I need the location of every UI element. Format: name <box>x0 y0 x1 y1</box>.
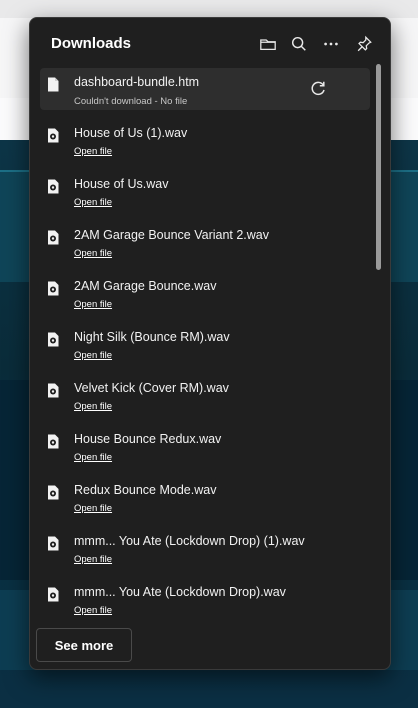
download-status: Couldn't download - No file <box>74 96 188 107</box>
audio-file-icon <box>48 230 59 245</box>
audio-file-icon <box>48 434 59 449</box>
file-name: House of Us (1).wav <box>74 126 188 140</box>
file-name: 2AM Garage Bounce.wav <box>74 279 217 293</box>
file-name: 2AM Garage Bounce Variant 2.wav <box>74 228 270 242</box>
scrollbar-thumb[interactable] <box>376 64 381 270</box>
download-item[interactable]: Redux Bounce Mode.wav Open file <box>40 476 370 527</box>
search-icon <box>291 36 306 51</box>
file-name: mmm... You Ate (Lockdown Drop).wav <box>74 585 286 599</box>
downloads-title: Downloads <box>51 35 132 52</box>
open-folder-button[interactable] <box>256 32 280 56</box>
download-item-failed[interactable]: dashboard-bundle.htm Couldn't download - … <box>40 68 370 110</box>
retry-icon[interactable] <box>308 79 328 99</box>
download-item[interactable]: House of Us.wav Open file <box>40 170 370 221</box>
file-name: House Bounce Redux.wav <box>74 432 222 446</box>
download-item[interactable]: 2AM Garage Bounce Variant 2.wav Open file <box>40 221 370 272</box>
open-file-link[interactable]: Open file <box>74 146 112 157</box>
download-item[interactable]: Velvet Kick (Cover RM).wav Open file <box>40 374 370 425</box>
open-file-link[interactable]: Open file <box>74 452 112 463</box>
more-options-icon <box>324 42 338 46</box>
downloads-list: dashboard-bundle.htm Couldn't download - … <box>40 68 370 628</box>
file-name: mmm... You Ate (Lockdown Drop) (1).wav <box>74 534 305 548</box>
file-icon <box>48 77 59 92</box>
scrollbar[interactable] <box>375 64 381 624</box>
open-file-link[interactable]: Open file <box>74 503 112 514</box>
file-name: Velvet Kick (Cover RM).wav <box>74 381 229 395</box>
open-file-link[interactable]: Open file <box>74 299 112 310</box>
file-name: dashboard-bundle.htm <box>74 75 200 89</box>
audio-file-icon <box>48 179 59 194</box>
download-item[interactable]: mmm... You Ate (Lockdown Drop).wav Open f… <box>40 578 370 628</box>
download-item[interactable]: House Bounce Redux.wav Open file <box>40 425 370 476</box>
download-item[interactable]: Night Silk (Bounce RM).wav Open file <box>40 323 370 374</box>
audio-file-icon <box>48 383 59 398</box>
pin-button[interactable] <box>352 32 376 56</box>
open-file-link[interactable]: Open file <box>74 197 112 208</box>
downloads-flyout: Downloads dashboard-bundle.htm Couldn't d… <box>29 17 391 670</box>
audio-file-icon <box>48 536 59 551</box>
open-file-link[interactable]: Open file <box>74 248 112 259</box>
download-item[interactable]: House of Us (1).wav Open file <box>40 119 370 170</box>
search-downloads-button[interactable] <box>287 32 311 56</box>
audio-file-icon <box>48 485 59 500</box>
file-name: Redux Bounce Mode.wav <box>74 483 217 497</box>
folder-icon <box>260 39 276 51</box>
pin-icon <box>357 35 372 52</box>
more-options-button[interactable] <box>319 32 343 56</box>
audio-file-icon <box>48 332 59 347</box>
open-file-link[interactable]: Open file <box>74 401 112 412</box>
download-item[interactable]: mmm... You Ate (Lockdown Drop) (1).wav Op… <box>40 527 370 578</box>
open-file-link[interactable]: Open file <box>74 554 112 565</box>
audio-file-icon <box>48 128 59 143</box>
open-file-link[interactable]: Open file <box>74 350 112 361</box>
file-name: Night Silk (Bounce RM).wav <box>74 330 230 344</box>
see-more-button[interactable]: See more <box>36 628 132 662</box>
browser-titlebar <box>0 0 418 18</box>
audio-file-icon <box>48 281 59 296</box>
file-name: House of Us.wav <box>74 177 169 191</box>
open-file-link[interactable]: Open file <box>74 605 112 616</box>
audio-file-icon <box>48 587 59 602</box>
downloads-header: Downloads <box>30 18 390 70</box>
download-item[interactable]: 2AM Garage Bounce.wav Open file <box>40 272 370 323</box>
